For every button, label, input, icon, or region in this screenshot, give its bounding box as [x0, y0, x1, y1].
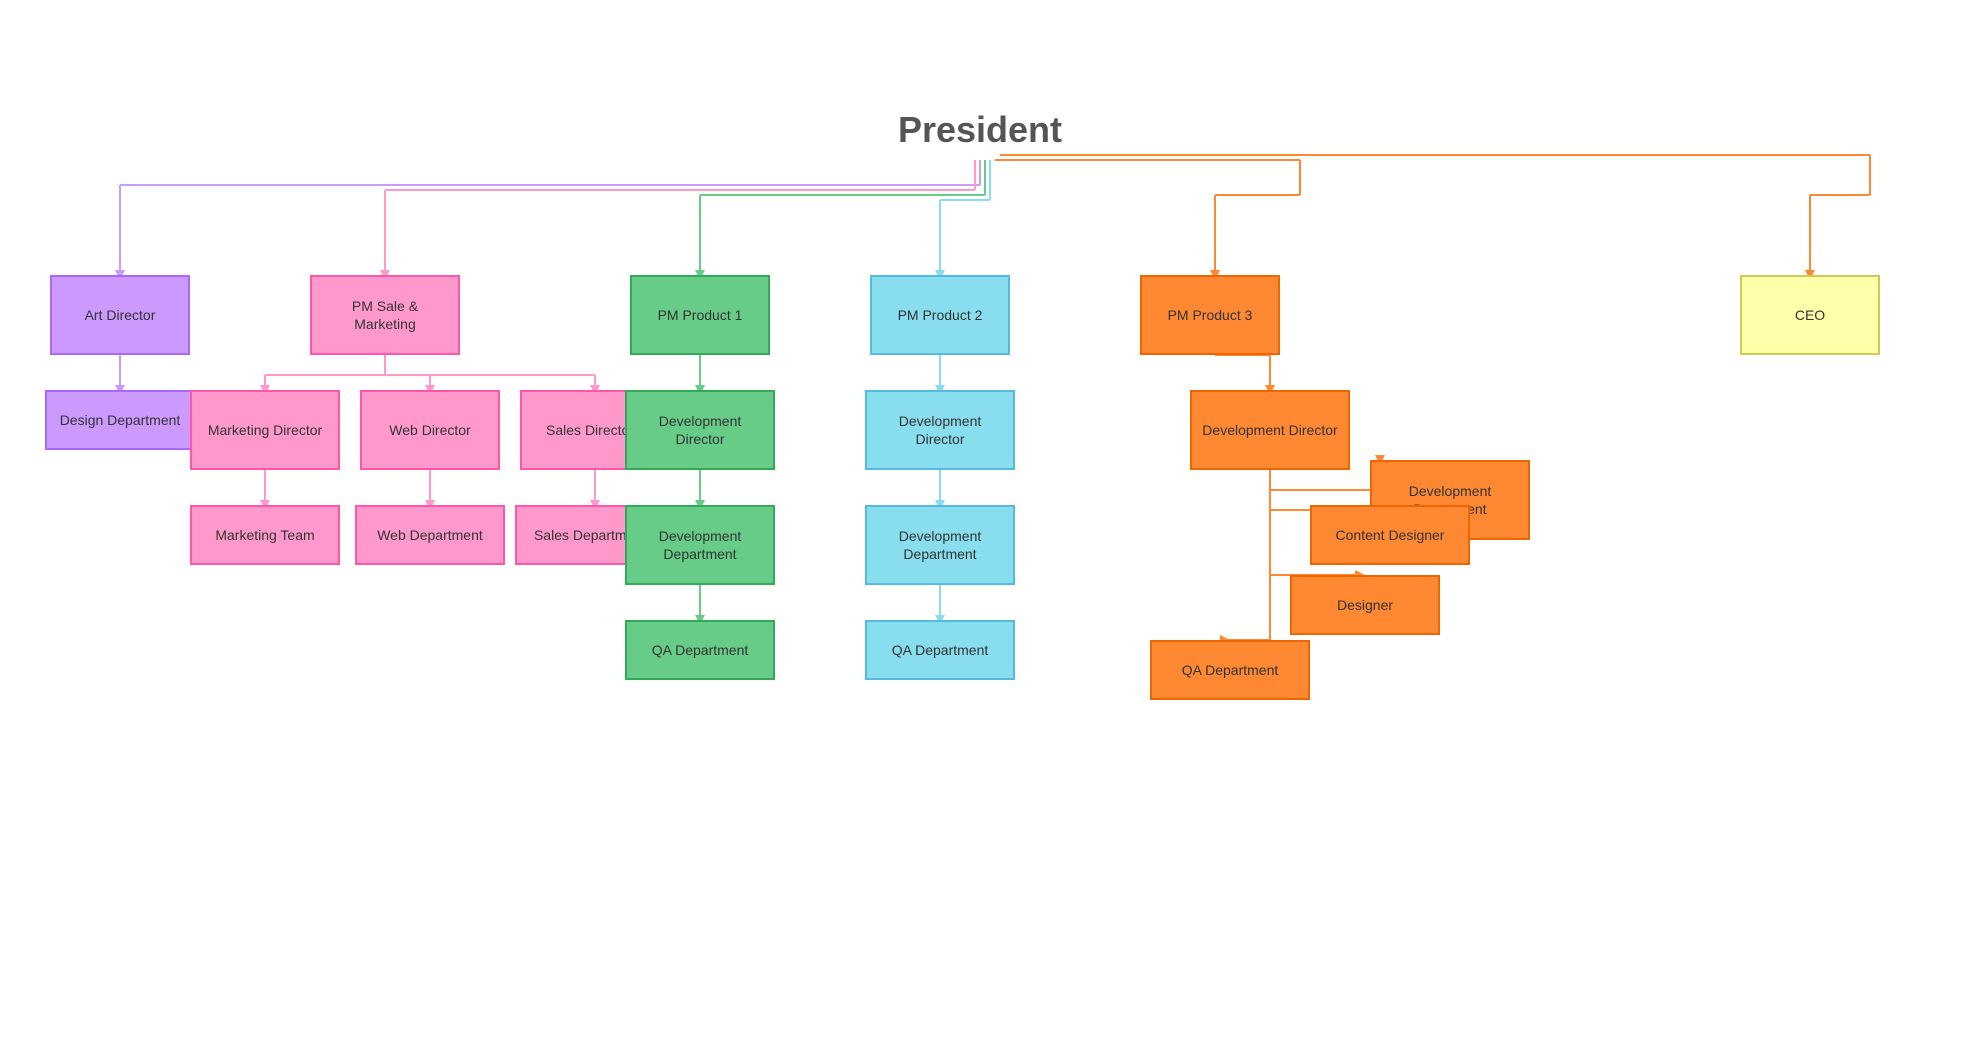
dev-director-3-node: Development Director: [1190, 390, 1350, 470]
president-node: President: [900, 100, 1060, 160]
dev-director-2-label: Development Director: [875, 412, 1005, 448]
dev-director-1-label: Development Director: [635, 412, 765, 448]
dev-director-1-node: Development Director: [625, 390, 775, 470]
designer-node: Designer: [1290, 575, 1440, 635]
qa-dept-1-node: QA Department: [625, 620, 775, 680]
dev-dept-2-label: Development Department: [875, 527, 1005, 563]
pm-product1-node: PM Product 1: [630, 275, 770, 355]
ceo-node: CEO: [1740, 275, 1880, 355]
pm-sale-marketing-node: PM Sale & Marketing: [310, 275, 460, 355]
dev-dept-2-node: Development Department: [865, 505, 1015, 585]
pm-product2-label: PM Product 2: [898, 306, 983, 324]
qa-dept-2-label: QA Department: [892, 641, 989, 659]
marketing-director-node: Marketing Director: [190, 390, 340, 470]
web-dept-node: Web Department: [355, 505, 505, 565]
art-director-label: Art Director: [85, 306, 156, 324]
content-designer-label: Content Designer: [1336, 526, 1445, 544]
pm-product3-node: PM Product 3: [1140, 275, 1280, 355]
pm-product3-label: PM Product 3: [1168, 306, 1253, 324]
dev-dept-1-node: Development Department: [625, 505, 775, 585]
design-dept-label: Design Department: [60, 411, 181, 429]
designer-label: Designer: [1337, 596, 1393, 614]
president-label: President: [898, 107, 1062, 154]
qa-dept-2-node: QA Department: [865, 620, 1015, 680]
qa-dept-3-label: QA Department: [1182, 661, 1279, 679]
sales-director-label: Sales Director: [546, 421, 634, 439]
web-dept-label: Web Department: [377, 526, 483, 544]
dev-director-2-node: Development Director: [865, 390, 1015, 470]
content-designer-node: Content Designer: [1310, 505, 1470, 565]
art-director-node: Art Director: [50, 275, 190, 355]
marketing-team-label: Marketing Team: [215, 526, 314, 544]
qa-dept-1-label: QA Department: [652, 641, 749, 659]
ceo-label: CEO: [1795, 306, 1825, 324]
pm-sale-marketing-label: PM Sale & Marketing: [320, 297, 450, 333]
pm-product2-node: PM Product 2: [870, 275, 1010, 355]
org-chart: President Art Director Design Department…: [0, 0, 1976, 1050]
pm-product1-label: PM Product 1: [658, 306, 743, 324]
web-director-label: Web Director: [389, 421, 470, 439]
web-director-node: Web Director: [360, 390, 500, 470]
marketing-director-label: Marketing Director: [208, 421, 322, 439]
qa-dept-3-node: QA Department: [1150, 640, 1310, 700]
design-dept-node: Design Department: [45, 390, 195, 450]
dev-dept-1-label: Development Department: [635, 527, 765, 563]
marketing-team-node: Marketing Team: [190, 505, 340, 565]
dev-director-3-label: Development Director: [1202, 421, 1337, 439]
